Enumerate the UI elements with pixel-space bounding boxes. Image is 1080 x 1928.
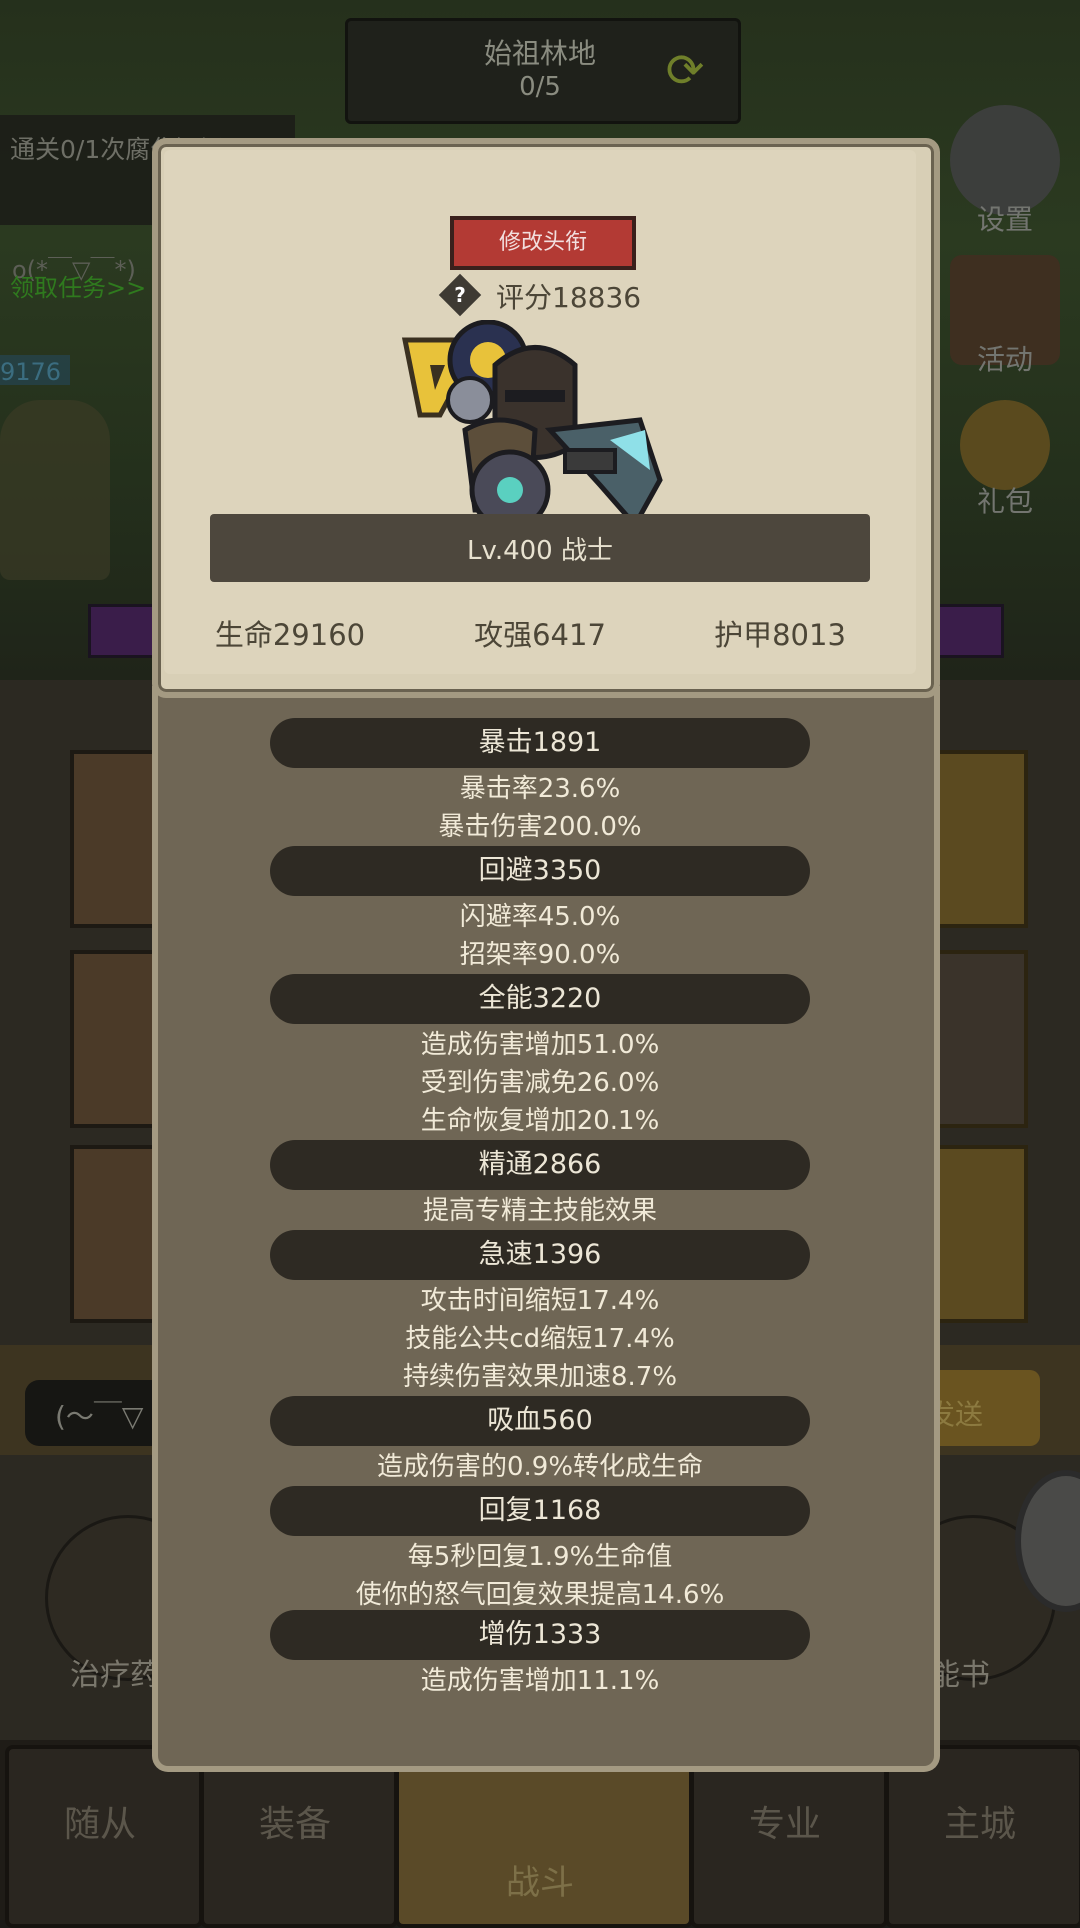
section-crit: 暴击1891 [478, 727, 602, 758]
detail-line: 技能公共cd缩短17.4% [405, 1324, 675, 1354]
gift-label: 礼包 [976, 485, 1033, 518]
settings-label: 设置 [976, 203, 1033, 236]
stat-attack-power: 攻强6417 [474, 618, 606, 652]
giftbag-icon[interactable] [960, 400, 1050, 490]
score-label: 评分18836 [496, 281, 642, 314]
stat-health: 生命29160 [214, 618, 366, 652]
detail-line: 暴击率23.6% [459, 774, 621, 804]
potion-label: 治疗药 [70, 1658, 160, 1693]
detail-line: 招架率90.0% [459, 940, 621, 970]
detail-line: 攻击时间缩短17.4% [420, 1286, 660, 1316]
detail-line: 持续伤害效果加速8.7% [402, 1362, 678, 1392]
detail-line: 闪避率45.0% [459, 902, 621, 932]
tab-profession-label: 专业 [748, 1804, 821, 1845]
detail-line: 每5秒回复1.9%生命值 [407, 1542, 673, 1572]
refresh-icon[interactable]: ⟳ [660, 45, 710, 95]
detail-line: 造成伤害增加51.0% [420, 1030, 660, 1060]
chat-emoji: (～￣▽ [55, 1400, 144, 1433]
detail-line: 提高专精主技能效果 [422, 1196, 657, 1226]
section-damage-bonus: 增伤1333 [478, 1619, 602, 1650]
stat-armor: 护甲8013 [714, 618, 846, 652]
section-mastery: 精通2866 [478, 1149, 602, 1180]
quest-link[interactable]: 领取任务>> [10, 268, 146, 303]
section-versatility: 全能3220 [478, 983, 602, 1014]
section-haste: 急速1396 [478, 1239, 602, 1270]
question-mark-icon: ? [454, 283, 466, 307]
section-regen: 回复1168 [478, 1495, 602, 1526]
detail-line: 暴击伤害200.0% [438, 812, 642, 842]
detail-line: 造成伤害的0.9%转化成生命 [376, 1452, 704, 1482]
section-leech: 吸血560 [487, 1405, 593, 1436]
detail-line: 使你的怒气回复效果提高14.6% [355, 1580, 725, 1610]
edit-title-button[interactable]: 修改头衔 [450, 216, 636, 270]
hero-sprite [0, 400, 110, 580]
tab-city-label: 主城 [943, 1804, 1016, 1845]
detail-line: 造成伤害增加11.1% [420, 1666, 660, 1696]
tab-followers-label: 随从 [63, 1804, 136, 1845]
detail-line: 生命恢复增加20.1% [420, 1106, 660, 1136]
tab-equipment-label: 装备 [258, 1804, 331, 1845]
tab-battle-label: 战斗 [506, 1863, 574, 1903]
hero-portrait [401, 320, 663, 525]
hp-value: 9176 [0, 358, 62, 386]
level-text: Lv.400 战士 [466, 536, 613, 566]
section-avoidance: 回避3350 [478, 855, 602, 886]
detail-line: 受到伤害减免26.0% [420, 1068, 660, 1098]
activity-label: 活动 [976, 343, 1033, 376]
